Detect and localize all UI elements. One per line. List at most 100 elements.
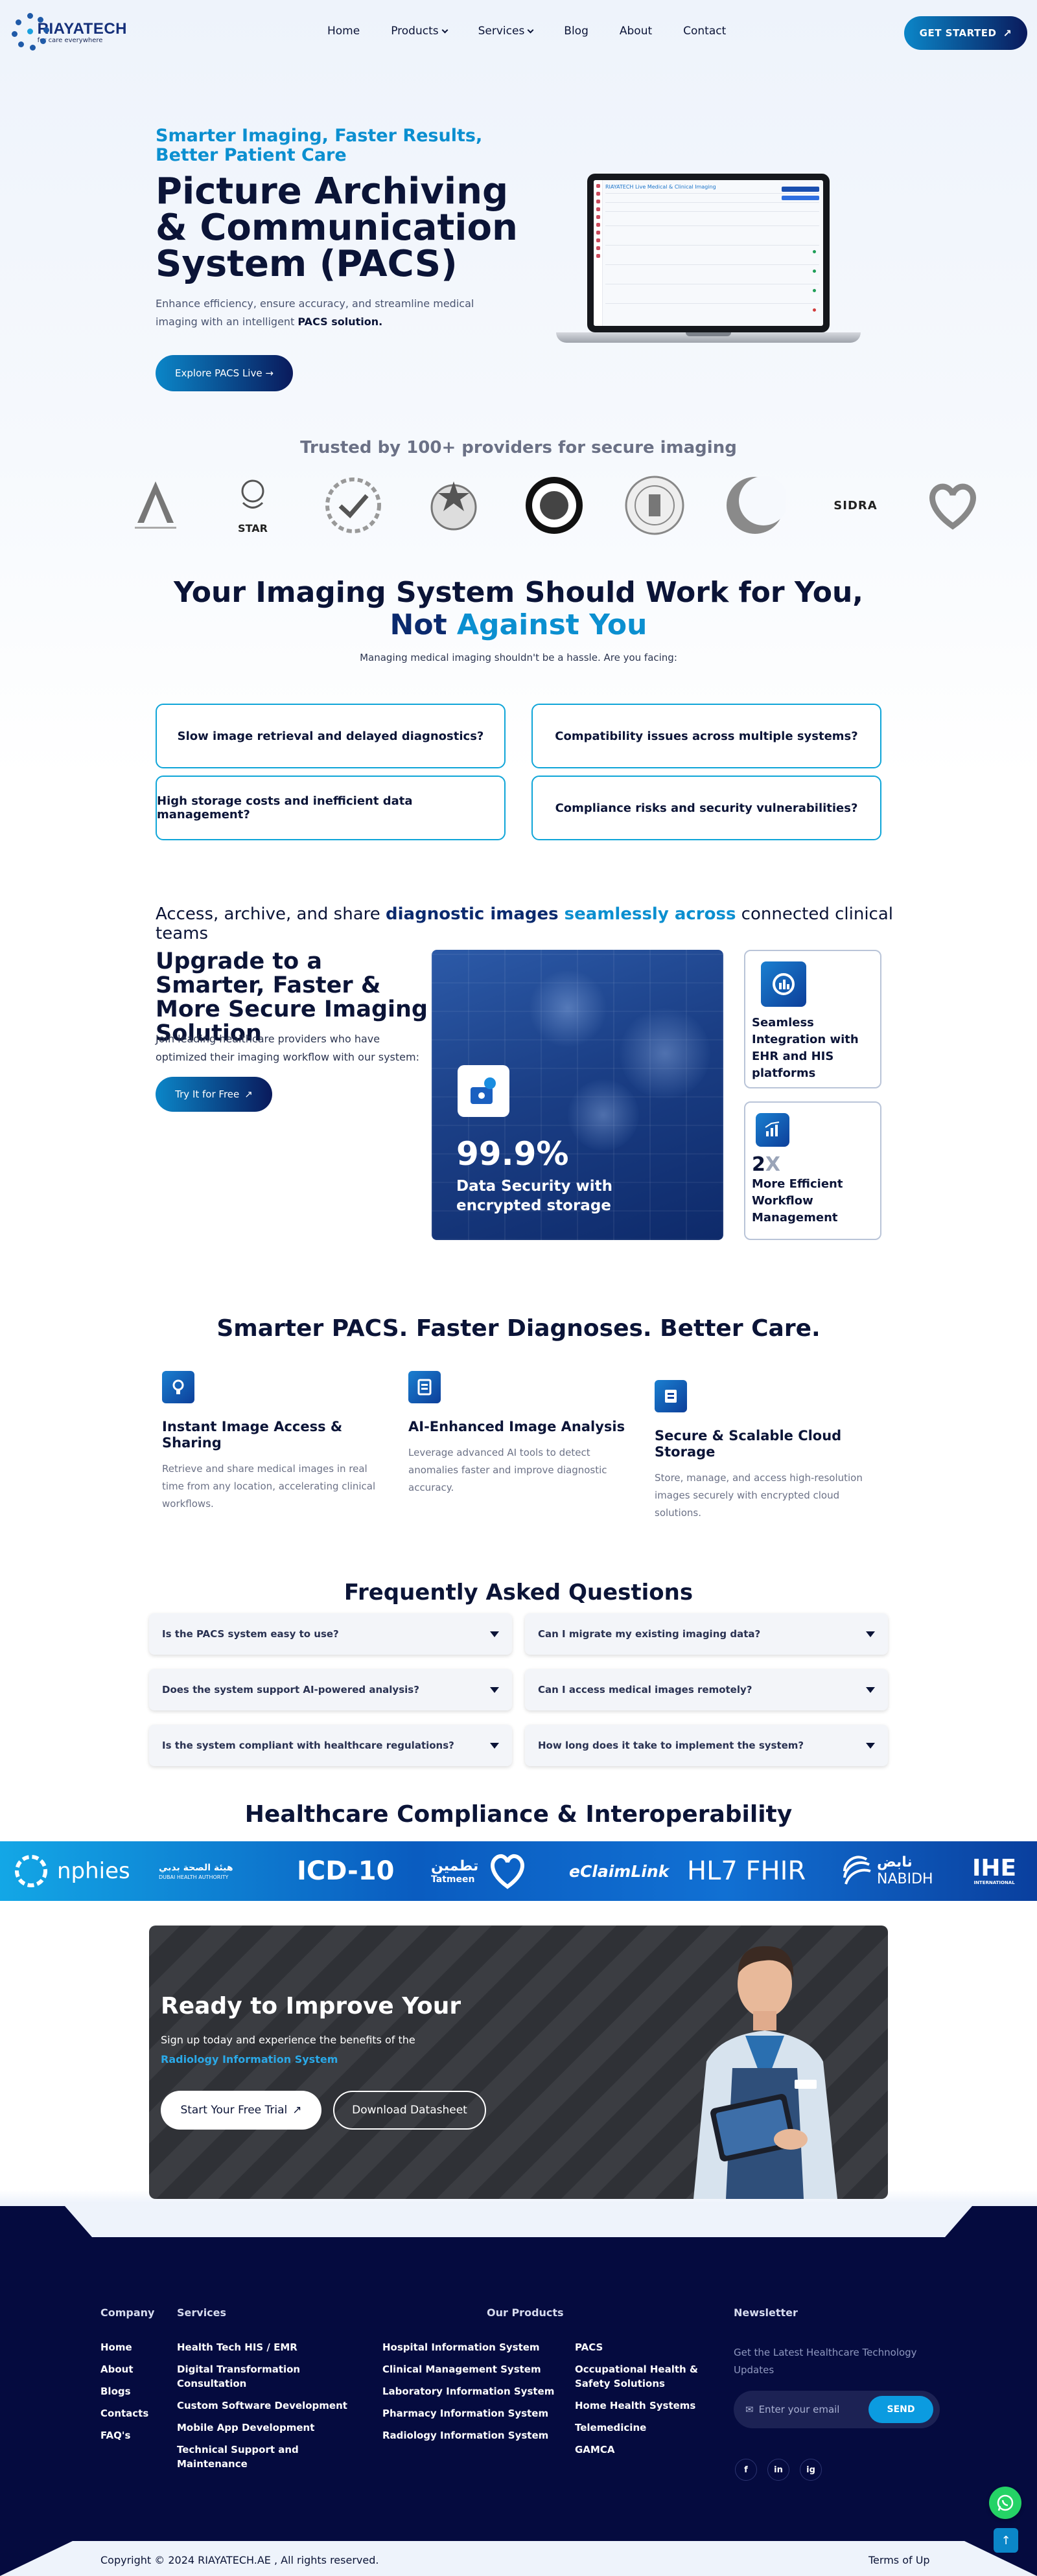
- feature-description: Leverage advanced AI tools to detect ano…: [408, 1447, 607, 1493]
- explore-pacs-button[interactable]: Explore PACS Live →: [156, 355, 293, 391]
- challenges-title: Your Imaging System Should Work for You,…: [0, 577, 1037, 641]
- footer-link[interactable]: Custom Software Development: [177, 2398, 371, 2413]
- workflow-chart-icon: [756, 1113, 789, 1147]
- explore-pacs-label: Explore PACS Live: [175, 367, 262, 379]
- hl7-fhir-logo: HL7 FHIR: [687, 1856, 806, 1886]
- faq-item[interactable]: Does the system support AI-powered analy…: [149, 1669, 512, 1710]
- sidra-logo: SIDRA: [823, 473, 888, 538]
- access-line: Access, archive, and share diagnostic im…: [156, 904, 933, 943]
- footer-link[interactable]: Mobile App Development: [177, 2421, 371, 2435]
- challenges-subtitle: Managing medical imaging shouldn't be a …: [360, 652, 677, 663]
- footer-link[interactable]: GAMCA: [575, 2443, 705, 2457]
- newsletter-email-field[interactable]: ✉ Enter your email SEND: [734, 2391, 940, 2428]
- copyright: Copyright © 2024 RIAYATECH.AE , All righ…: [100, 2554, 379, 2566]
- footer-link[interactable]: Laboratory Information System: [382, 2384, 564, 2398]
- footer-link[interactable]: Blogs: [100, 2384, 148, 2398]
- nav-blog-label: Blog: [564, 25, 588, 38]
- partner-logos: STAR SIDRA: [123, 473, 1031, 544]
- issue-card: High storage costs and inefficient data …: [156, 776, 506, 840]
- linkedin-icon[interactable]: in: [767, 2459, 789, 2481]
- footer-link[interactable]: Telemedicine: [575, 2421, 705, 2435]
- chevron-down-icon: [441, 27, 449, 33]
- footer-link[interactable]: Occupational Health & Safety Solutions: [575, 2362, 705, 2391]
- start-free-trial-button[interactable]: Start Your Free Trial ↗: [161, 2091, 321, 2130]
- footer-link[interactable]: Contacts: [100, 2406, 148, 2421]
- footer-link[interactable]: FAQ's: [100, 2428, 148, 2443]
- footer-link[interactable]: About: [100, 2362, 148, 2376]
- cta-banner: Ready to Improve Your Sign up today and …: [149, 1926, 888, 2199]
- start-free-trial-label: Start Your Free Trial: [180, 2104, 288, 2117]
- efficiency-value-number: 2: [752, 1153, 765, 1176]
- footer-link[interactable]: Clinical Management System: [382, 2362, 564, 2376]
- smarter-title: Smarter PACS. Faster Diagnoses. Better C…: [216, 1315, 821, 1342]
- faq-item[interactable]: Can I access medical images remotely?: [525, 1669, 888, 1710]
- efficiency-card: 2X More Efficient Workflow Management: [744, 1101, 881, 1240]
- footer-link[interactable]: Digital Transformation Consultation: [177, 2362, 371, 2391]
- facebook-icon[interactable]: f: [735, 2459, 757, 2481]
- hero-kicker: Smarter Imaging, Faster Results, Better …: [156, 126, 483, 165]
- star-text: STAR: [238, 522, 268, 535]
- scroll-to-top-icon[interactable]: ↑: [994, 2528, 1018, 2553]
- logo[interactable]: RIAYATECH for care everywhere: [10, 9, 127, 54]
- feature-title: Instant Image Access & Sharing: [162, 1419, 343, 1451]
- faq-item[interactable]: How long does it take to implement the s…: [525, 1725, 888, 1766]
- footer-link[interactable]: Home Health Systems: [575, 2398, 705, 2413]
- nav-products-label: Products: [391, 25, 439, 38]
- cta-desc-highlight: Radiology Information System: [161, 2053, 338, 2065]
- footer-link[interactable]: Radiology Information System: [382, 2428, 564, 2443]
- arrow-right-icon: →: [265, 367, 274, 379]
- laptop-screen: RIAYATECH Live Medical & Clinical Imagin…: [587, 174, 830, 332]
- footer-link[interactable]: Hospital Information System: [382, 2340, 564, 2354]
- efficiency-value-x: X: [765, 1153, 781, 1176]
- footer-link[interactable]: PACS: [575, 2340, 705, 2354]
- nav-services[interactable]: Services: [478, 25, 534, 38]
- whatsapp-icon[interactable]: [989, 2487, 1021, 2519]
- faq-question: Does the system support AI-powered analy…: [162, 1684, 419, 1696]
- footer-company-heading: Company: [100, 2306, 155, 2319]
- check-seal-logo: [321, 473, 386, 538]
- screen-title: RIAYATECH Live Medical & Clinical Imagin…: [605, 184, 716, 190]
- tatmeen-logo: تطمين Tatmeen: [431, 1841, 478, 1901]
- issue-card: Slow image retrieval and delayed diagnos…: [156, 704, 506, 768]
- download-datasheet-button[interactable]: Download Datasheet: [333, 2091, 486, 2130]
- footer-link[interactable]: Home: [100, 2340, 148, 2354]
- dha-text: DUBAI HEALTH AUTHORITY: [159, 1874, 229, 1880]
- partner-a-logo: [123, 473, 188, 538]
- send-button[interactable]: SEND: [868, 2396, 933, 2423]
- ihe-subtext: INTERNATIONAL: [973, 1880, 1015, 1885]
- nav-blog[interactable]: Blog: [564, 25, 588, 38]
- compliance-title: Healthcare Compliance & Interoperability: [244, 1801, 793, 1828]
- hospital-seal-logo: [622, 473, 687, 538]
- nav-home[interactable]: Home: [327, 25, 360, 38]
- faq-question: How long does it take to implement the s…: [538, 1740, 804, 1751]
- pacs-app-screenshot: RIAYATECH Live Medical & Clinical Imagin…: [594, 180, 823, 326]
- access-highlight-1: diagnostic images: [386, 904, 565, 924]
- nav-products[interactable]: Products: [391, 25, 449, 38]
- instagram-icon[interactable]: ig: [800, 2459, 822, 2481]
- try-free-button[interactable]: Try It for Free ↗: [156, 1077, 272, 1112]
- upgrade-description: Join leading healthcare providers who ha…: [156, 1033, 419, 1063]
- footer-link[interactable]: Pharmacy Information System: [382, 2406, 564, 2421]
- terms-link[interactable]: Terms of Up: [868, 2554, 930, 2566]
- get-started-button[interactable]: GET STARTED ↗: [904, 16, 1027, 50]
- eclaimlink-logo: eClaimLink: [569, 1861, 670, 1881]
- icd10-logo: ICD-10: [297, 1856, 395, 1886]
- footer-link[interactable]: Technical Support and Maintenance: [177, 2443, 371, 2471]
- footer-newsletter-heading: Newsletter: [734, 2306, 798, 2319]
- logo-name: RIAYATECH: [37, 19, 127, 38]
- nav-about[interactable]: About: [620, 25, 652, 38]
- faq-item[interactable]: Is the system compliant with healthcare …: [149, 1725, 512, 1766]
- caret-down-icon: [866, 1686, 875, 1693]
- faq-item[interactable]: Is the PACS system easy to use?: [149, 1613, 512, 1655]
- nabidh-text: NABIDH: [877, 1871, 933, 1887]
- doctor-illustration: [693, 1946, 837, 2199]
- footer-link[interactable]: Health Tech HIS / EMR: [177, 2340, 371, 2354]
- ihe-text: IHE: [972, 1855, 1017, 1881]
- faq-item[interactable]: Can I migrate my existing imaging data?: [525, 1613, 888, 1655]
- hero-title: Picture Archiving & Communication System…: [156, 170, 518, 285]
- security-stat-label: Data Security with encrypted storage: [456, 1178, 613, 1214]
- nabidh-arabic-text: نابض: [877, 1854, 913, 1870]
- integration-icon: [761, 961, 806, 1007]
- nav-contact[interactable]: Contact: [683, 25, 726, 38]
- challenges-title-not: Not: [390, 608, 457, 641]
